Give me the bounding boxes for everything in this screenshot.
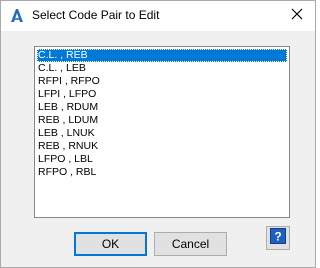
list-item[interactable]: RFPO , RBL	[37, 166, 287, 179]
list-item[interactable]: LFPO , LBL	[37, 153, 287, 166]
dialog-window: Select Code Pair to Edit C.L. , REB C.L.…	[0, 0, 316, 268]
svg-text:?: ?	[274, 229, 281, 243]
list-item[interactable]: REB , LDUM	[37, 114, 287, 127]
list-item[interactable]: RFPI , RFPO	[37, 75, 287, 88]
code-pair-listbox[interactable]: C.L. , REB C.L. , LEB RFPI , RFPO LFPI ,…	[34, 46, 290, 218]
list-item[interactable]: C.L. , LEB	[37, 62, 287, 75]
dialog-title: Select Code Pair to Edit	[32, 8, 160, 22]
close-button[interactable]	[285, 5, 309, 27]
autocad-a-icon	[9, 7, 25, 23]
list-item[interactable]: LEB , RDUM	[37, 101, 287, 114]
list-item[interactable]: LEB , LNUK	[37, 127, 287, 140]
help-button[interactable]: ?	[266, 226, 290, 250]
cancel-button[interactable]: Cancel	[154, 232, 227, 256]
list-item[interactable]: LFPI , LFPO	[37, 88, 287, 101]
list-item[interactable]: REB , RNUK	[37, 140, 287, 153]
title-bar[interactable]: Select Code Pair to Edit	[1, 1, 315, 31]
close-icon	[291, 7, 303, 25]
help-question-icon: ?	[270, 227, 286, 249]
ok-button[interactable]: OK	[74, 232, 147, 256]
list-item[interactable]: C.L. , REB	[37, 49, 287, 62]
